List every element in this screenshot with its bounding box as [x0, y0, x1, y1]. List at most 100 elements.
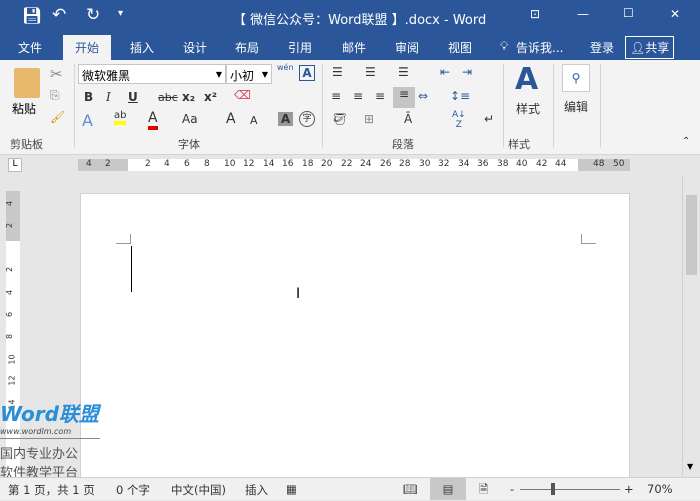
- zoom-slider[interactable]: [520, 483, 620, 495]
- align-center-icon[interactable]: ≡: [353, 89, 363, 103]
- save-icon[interactable]: 💾︎: [22, 6, 42, 25]
- tab-review[interactable]: 审阅: [395, 39, 419, 56]
- font-size-select[interactable]: 小初 ▼: [226, 64, 272, 84]
- document-page[interactable]: I: [80, 193, 630, 483]
- paste-button[interactable]: 粘贴: [12, 100, 36, 117]
- zoom-level[interactable]: 70%: [647, 482, 673, 496]
- font-name-select[interactable]: 微软雅黑 ▼: [78, 64, 226, 84]
- insert-mode[interactable]: 插入: [245, 482, 268, 498]
- ruler-tick-label: 14: [263, 159, 275, 169]
- format-painter-icon[interactable]: 🖌︎: [50, 110, 65, 124]
- read-mode-icon[interactable]: 📖︎: [403, 482, 418, 496]
- tab-view[interactable]: 视图: [448, 39, 472, 56]
- tab-insert[interactable]: 插入: [130, 39, 154, 56]
- shrink-font-button[interactable]: A: [250, 114, 258, 127]
- bold-button[interactable]: B: [84, 90, 93, 104]
- zoom-out-button[interactable]: -: [510, 482, 514, 496]
- increase-indent-icon[interactable]: ⇥: [462, 65, 472, 79]
- clear-formatting-icon[interactable]: ⌫: [234, 88, 251, 102]
- macro-icon[interactable]: ▦: [286, 482, 297, 496]
- subscript-button[interactable]: x₂: [182, 90, 195, 104]
- tab-home[interactable]: 开始: [63, 35, 112, 60]
- redo-icon[interactable]: ↻: [86, 5, 100, 25]
- font-name-value: 微软雅黑: [82, 69, 131, 83]
- enclose-characters-button[interactable]: 字: [299, 111, 315, 127]
- ruler-tick-label: 10: [7, 354, 17, 365]
- grow-font-button[interactable]: A: [226, 111, 236, 127]
- ruler-tick-label: 2: [5, 266, 15, 273]
- font-color-button[interactable]: A: [148, 110, 158, 130]
- page-count[interactable]: 第 1 页，共 1 页: [8, 482, 95, 498]
- decrease-indent-icon[interactable]: ⇤: [440, 65, 450, 79]
- status-bar: 第 1 页，共 1 页 0 个字 中文(中国) 插入 ▦ 📖︎ ▤ 🗎︎ - +…: [0, 477, 700, 500]
- underline-button[interactable]: U: [128, 90, 138, 104]
- align-right-icon[interactable]: ≡: [375, 89, 385, 103]
- text-effects-button[interactable]: A: [82, 111, 93, 130]
- sort-icon[interactable]: A↓ Z: [452, 110, 466, 130]
- ruler-tick-label: 22: [341, 159, 353, 169]
- numbering-icon[interactable]: ☰: [365, 65, 376, 79]
- justify-icon[interactable]: ≡: [393, 87, 415, 108]
- chevron-down-icon: ▼: [261, 70, 268, 79]
- ruler-tick-label: 32: [438, 159, 450, 169]
- scrollbar-thumb[interactable]: [686, 195, 697, 275]
- borders-icon[interactable]: ⊞: [364, 112, 374, 126]
- zoom-slider-thumb[interactable]: [551, 483, 556, 495]
- shading-icon[interactable]: 🪣︎: [332, 112, 347, 126]
- margin-corner-left: [116, 234, 131, 244]
- highlight-color-button[interactable]: ab: [114, 110, 127, 125]
- language[interactable]: 中文(中国): [171, 482, 226, 498]
- maximize-button[interactable]: ☐: [623, 6, 634, 20]
- editing-button[interactable]: 编辑: [564, 98, 588, 115]
- italic-button[interactable]: I: [106, 90, 111, 104]
- tab-layout[interactable]: 布局: [235, 39, 259, 56]
- ribbon-display-options-icon[interactable]: ⊡: [530, 7, 540, 21]
- tab-selector[interactable]: L: [8, 158, 22, 172]
- sign-in-link[interactable]: 登录: [590, 39, 614, 56]
- align-left-icon[interactable]: ≡: [331, 89, 341, 103]
- vertical-scrollbar[interactable]: ▼: [682, 175, 700, 477]
- horizontal-ruler[interactable]: L 4 2 2 4 6 8 10 12 14 16 18 20 22 24 26 28 30 32 34 36 38 40…: [0, 155, 700, 175]
- minimize-button[interactable]: —: [577, 7, 589, 21]
- strikethrough-button[interactable]: abc: [158, 91, 178, 104]
- scroll-down-icon[interactable]: ▼: [687, 462, 693, 471]
- ruler-tick-label: 2: [5, 222, 15, 229]
- title-bar: 💾︎ ↶ ↻ ▾ 【 微信公众号：Word联盟 】.docx - Word ⊡ …: [0, 0, 700, 33]
- multilevel-list-icon[interactable]: ☰: [398, 65, 409, 79]
- share-button[interactable]: 👤︎共享: [625, 36, 675, 59]
- zoom-in-button[interactable]: +: [624, 482, 634, 496]
- paste-icon[interactable]: [14, 68, 40, 98]
- bullets-icon[interactable]: ☰: [332, 65, 343, 79]
- tell-me-input[interactable]: 告诉我...: [516, 39, 563, 56]
- phonetic-guide-button[interactable]: wén: [277, 63, 294, 72]
- ruler-tick-label: 38: [497, 159, 509, 169]
- character-shading-button[interactable]: A: [278, 112, 293, 126]
- print-layout-icon[interactable]: ▤: [430, 478, 466, 500]
- distributed-icon[interactable]: ⇔: [418, 89, 428, 103]
- collapse-ribbon-icon[interactable]: ⌃: [682, 136, 690, 147]
- copy-icon[interactable]: ⎘: [50, 88, 60, 103]
- close-button[interactable]: ✕: [670, 7, 680, 21]
- cut-icon[interactable]: ✂: [50, 65, 63, 83]
- ruler-tick-label: 6: [184, 159, 190, 169]
- customize-qat-icon[interactable]: ▾: [118, 8, 123, 19]
- ruler-tick-label: 18: [302, 159, 314, 169]
- line-spacing-icon[interactable]: ↕≡: [450, 89, 470, 103]
- ruler-tick-label: 4: [164, 159, 170, 169]
- tab-design[interactable]: 设计: [183, 39, 207, 56]
- tab-mailings[interactable]: 邮件: [342, 39, 366, 56]
- undo-icon[interactable]: ↶: [52, 5, 66, 25]
- change-case-button[interactable]: Aa: [182, 112, 198, 126]
- asian-layout-icon[interactable]: Ā: [404, 112, 412, 126]
- superscript-button[interactable]: x²: [204, 90, 217, 104]
- show-marks-icon[interactable]: ↵: [484, 112, 494, 126]
- styles-button[interactable]: 样式: [516, 100, 540, 117]
- search-icon[interactable]: ⚲: [562, 64, 590, 92]
- word-count[interactable]: 0 个字: [116, 482, 150, 498]
- tab-file[interactable]: 文件: [18, 39, 42, 56]
- web-layout-icon[interactable]: 🗎︎: [479, 482, 488, 501]
- styles-icon[interactable]: A: [515, 62, 538, 97]
- tab-references[interactable]: 引用: [288, 39, 312, 56]
- ruler-tick-label: 4: [86, 159, 92, 169]
- character-border-button[interactable]: A: [299, 65, 315, 81]
